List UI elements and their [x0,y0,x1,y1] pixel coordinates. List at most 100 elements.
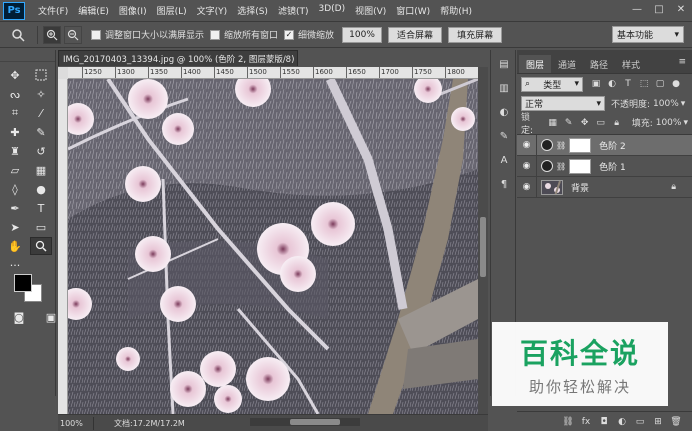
filter-smart-object-icon[interactable]: ▢ [653,77,667,91]
chevron-down-icon[interactable]: ▾ [683,118,688,128]
horizontal-scrollbar-thumb[interactable] [290,419,340,425]
history-brush-tool-icon[interactable]: ↺ [30,142,52,160]
menu-help[interactable]: 帮助(H) [435,4,477,17]
menu-select[interactable]: 选择(S) [232,4,273,17]
background-thumbnail[interactable] [541,179,563,195]
horizontal-ruler[interactable]: 1250 1300 1350 1400 1450 1500 1550 1600 1650 1700… [68,67,478,79]
lock-position-icon[interactable]: ✥ [578,116,592,130]
new-adjustment-icon[interactable]: ◐ [614,415,630,429]
layer-row[interactable]: ◉ ⛓︎ 色阶 2 [517,134,692,156]
menu-layer[interactable]: 图层(L) [152,4,192,17]
layer-name[interactable]: 背景 [571,181,589,194]
blur-tool-icon[interactable]: ◊ [4,180,26,198]
filter-adjustment-icon[interactable]: ◐ [605,77,619,91]
link-layers-icon[interactable]: ⛓︎ [560,415,576,429]
image-canvas[interactable] [68,79,478,414]
zoom-out-icon[interactable] [64,25,82,44]
tab-paths[interactable]: 路径 [583,55,615,73]
tab-styles[interactable]: 样式 [615,55,647,73]
new-group-icon[interactable]: ▭ [632,415,648,429]
zoom-all-option[interactable]: 缩放所有窗口 [210,28,278,41]
eyedropper-tool-icon[interactable]: ⁄ [30,104,52,122]
brush-panel-icon[interactable]: ✎ [493,126,515,146]
minimize-button[interactable]: — [626,0,648,18]
eye-icon[interactable]: ◉ [517,176,537,198]
horizontal-scrollbar[interactable] [250,418,360,426]
tools-panel-header[interactable] [0,50,55,62]
layer-name[interactable]: 色阶 2 [599,139,626,152]
layer-name[interactable]: 色阶 1 [599,160,626,173]
menu-window[interactable]: 窗口(W) [391,4,435,17]
brush-tool-icon[interactable]: ✎ [30,123,52,141]
vertical-scrollbar[interactable] [478,67,488,414]
menu-view[interactable]: 视图(V) [350,4,391,17]
scrubby-zoom-option[interactable]: ✓ 细微缩放 [284,28,334,41]
filter-toggle-icon[interactable]: ● [669,77,683,91]
marquee-tool-icon[interactable] [30,66,52,84]
type-tool-icon[interactable]: T [30,199,52,217]
vertical-scrollbar-thumb[interactable] [480,217,486,277]
document-tab[interactable]: IMG_20170403_13394.jpg @ 100% (色阶 2, 图层蒙… [58,50,298,66]
zoom-tool-icon[interactable] [30,237,52,255]
zoom-in-icon[interactable] [43,25,61,44]
menu-edit[interactable]: 编辑(E) [73,4,114,17]
menu-image[interactable]: 图像(I) [114,4,152,17]
zoom-all-checkbox[interactable] [210,29,221,40]
eye-icon[interactable]: ◉ [517,155,537,177]
clone-stamp-tool-icon[interactable]: ♜ [4,142,26,160]
menu-3d[interactable]: 3D(D) [313,4,350,17]
lock-image-icon[interactable]: ✎ [562,116,576,130]
vertical-ruler[interactable] [58,67,68,414]
healing-brush-tool-icon[interactable]: ✚ [4,123,26,141]
crop-tool-icon[interactable]: ⌗ [4,104,26,122]
character-panel-icon[interactable]: A [493,150,515,170]
layer-mask-thumbnail[interactable] [569,158,592,174]
link-icon[interactable]: ⛓︎ [556,162,566,171]
layer-row[interactable]: ◉ ⛓︎ 色阶 1 [517,155,692,177]
zoom-value-field[interactable]: 100% [342,26,383,43]
layer-row[interactable]: ◉ 背景 🔒︎ [517,176,692,198]
opacity-value[interactable]: 100% [653,99,679,109]
menu-filter[interactable]: 滤镜(T) [273,4,314,17]
maximize-button[interactable]: □ [648,0,670,18]
layer-style-icon[interactable]: fx [578,415,594,429]
lock-transparent-icon[interactable]: ▦ [546,116,560,130]
status-zoom[interactable]: 100% [58,416,94,430]
fill-screen-button[interactable]: 填充屏幕 [448,26,503,43]
fill-value[interactable]: 100% [656,118,682,128]
add-mask-icon[interactable]: ◘ [596,415,612,429]
magic-wand-tool-icon[interactable]: ✧ [30,85,52,103]
lasso-tool-icon[interactable]: ᔓ [4,85,26,103]
scrubby-zoom-checkbox[interactable]: ✓ [284,29,295,40]
layer-mask-thumbnail[interactable] [569,137,592,153]
foreground-color[interactable] [14,274,32,292]
color-swatches[interactable] [10,270,50,306]
resize-windows-checkbox[interactable] [91,29,101,40]
lock-artboard-icon[interactable]: ▭ [594,116,608,130]
filter-pixel-icon[interactable]: ▣ [589,77,603,91]
move-tool-icon[interactable]: ✥ [4,66,26,84]
delete-layer-icon[interactable]: 🗑︎ [668,415,684,429]
link-icon[interactable]: ⛓︎ [556,141,566,150]
zoom-tool-preset-icon[interactable] [6,25,32,45]
menu-type[interactable]: 文字(Y) [192,4,233,17]
panel-menu-icon[interactable]: ≡ [678,57,686,67]
pen-tool-icon[interactable]: ✒ [4,199,26,217]
close-button[interactable]: ✕ [670,0,692,18]
path-selection-tool-icon[interactable]: ➤ [4,218,26,236]
paragraph-panel-icon[interactable]: ¶ [493,174,515,194]
eraser-tool-icon[interactable]: ▱ [4,161,26,179]
dodge-tool-icon[interactable]: ● [30,180,52,198]
gradient-tool-icon[interactable]: ▦ [30,161,52,179]
layer-filter-select[interactable]: ⌕ 类型 ▾ [521,76,583,92]
adjustments-panel-icon[interactable]: ◐ [493,102,515,122]
workspace-select[interactable]: 基本功能 ▾ [612,26,684,43]
tab-channels[interactable]: 通道 [551,55,583,73]
menu-file[interactable]: 文件(F) [33,4,73,17]
tab-layers[interactable]: 图层 [519,55,552,73]
history-panel-icon[interactable]: ▤ [493,54,515,74]
new-layer-icon[interactable]: ⊞ [650,415,666,429]
shape-tool-icon[interactable]: ▭ [30,218,52,236]
chevron-down-icon[interactable]: ▾ [681,99,686,109]
filter-shape-icon[interactable]: ⬚ [637,77,651,91]
